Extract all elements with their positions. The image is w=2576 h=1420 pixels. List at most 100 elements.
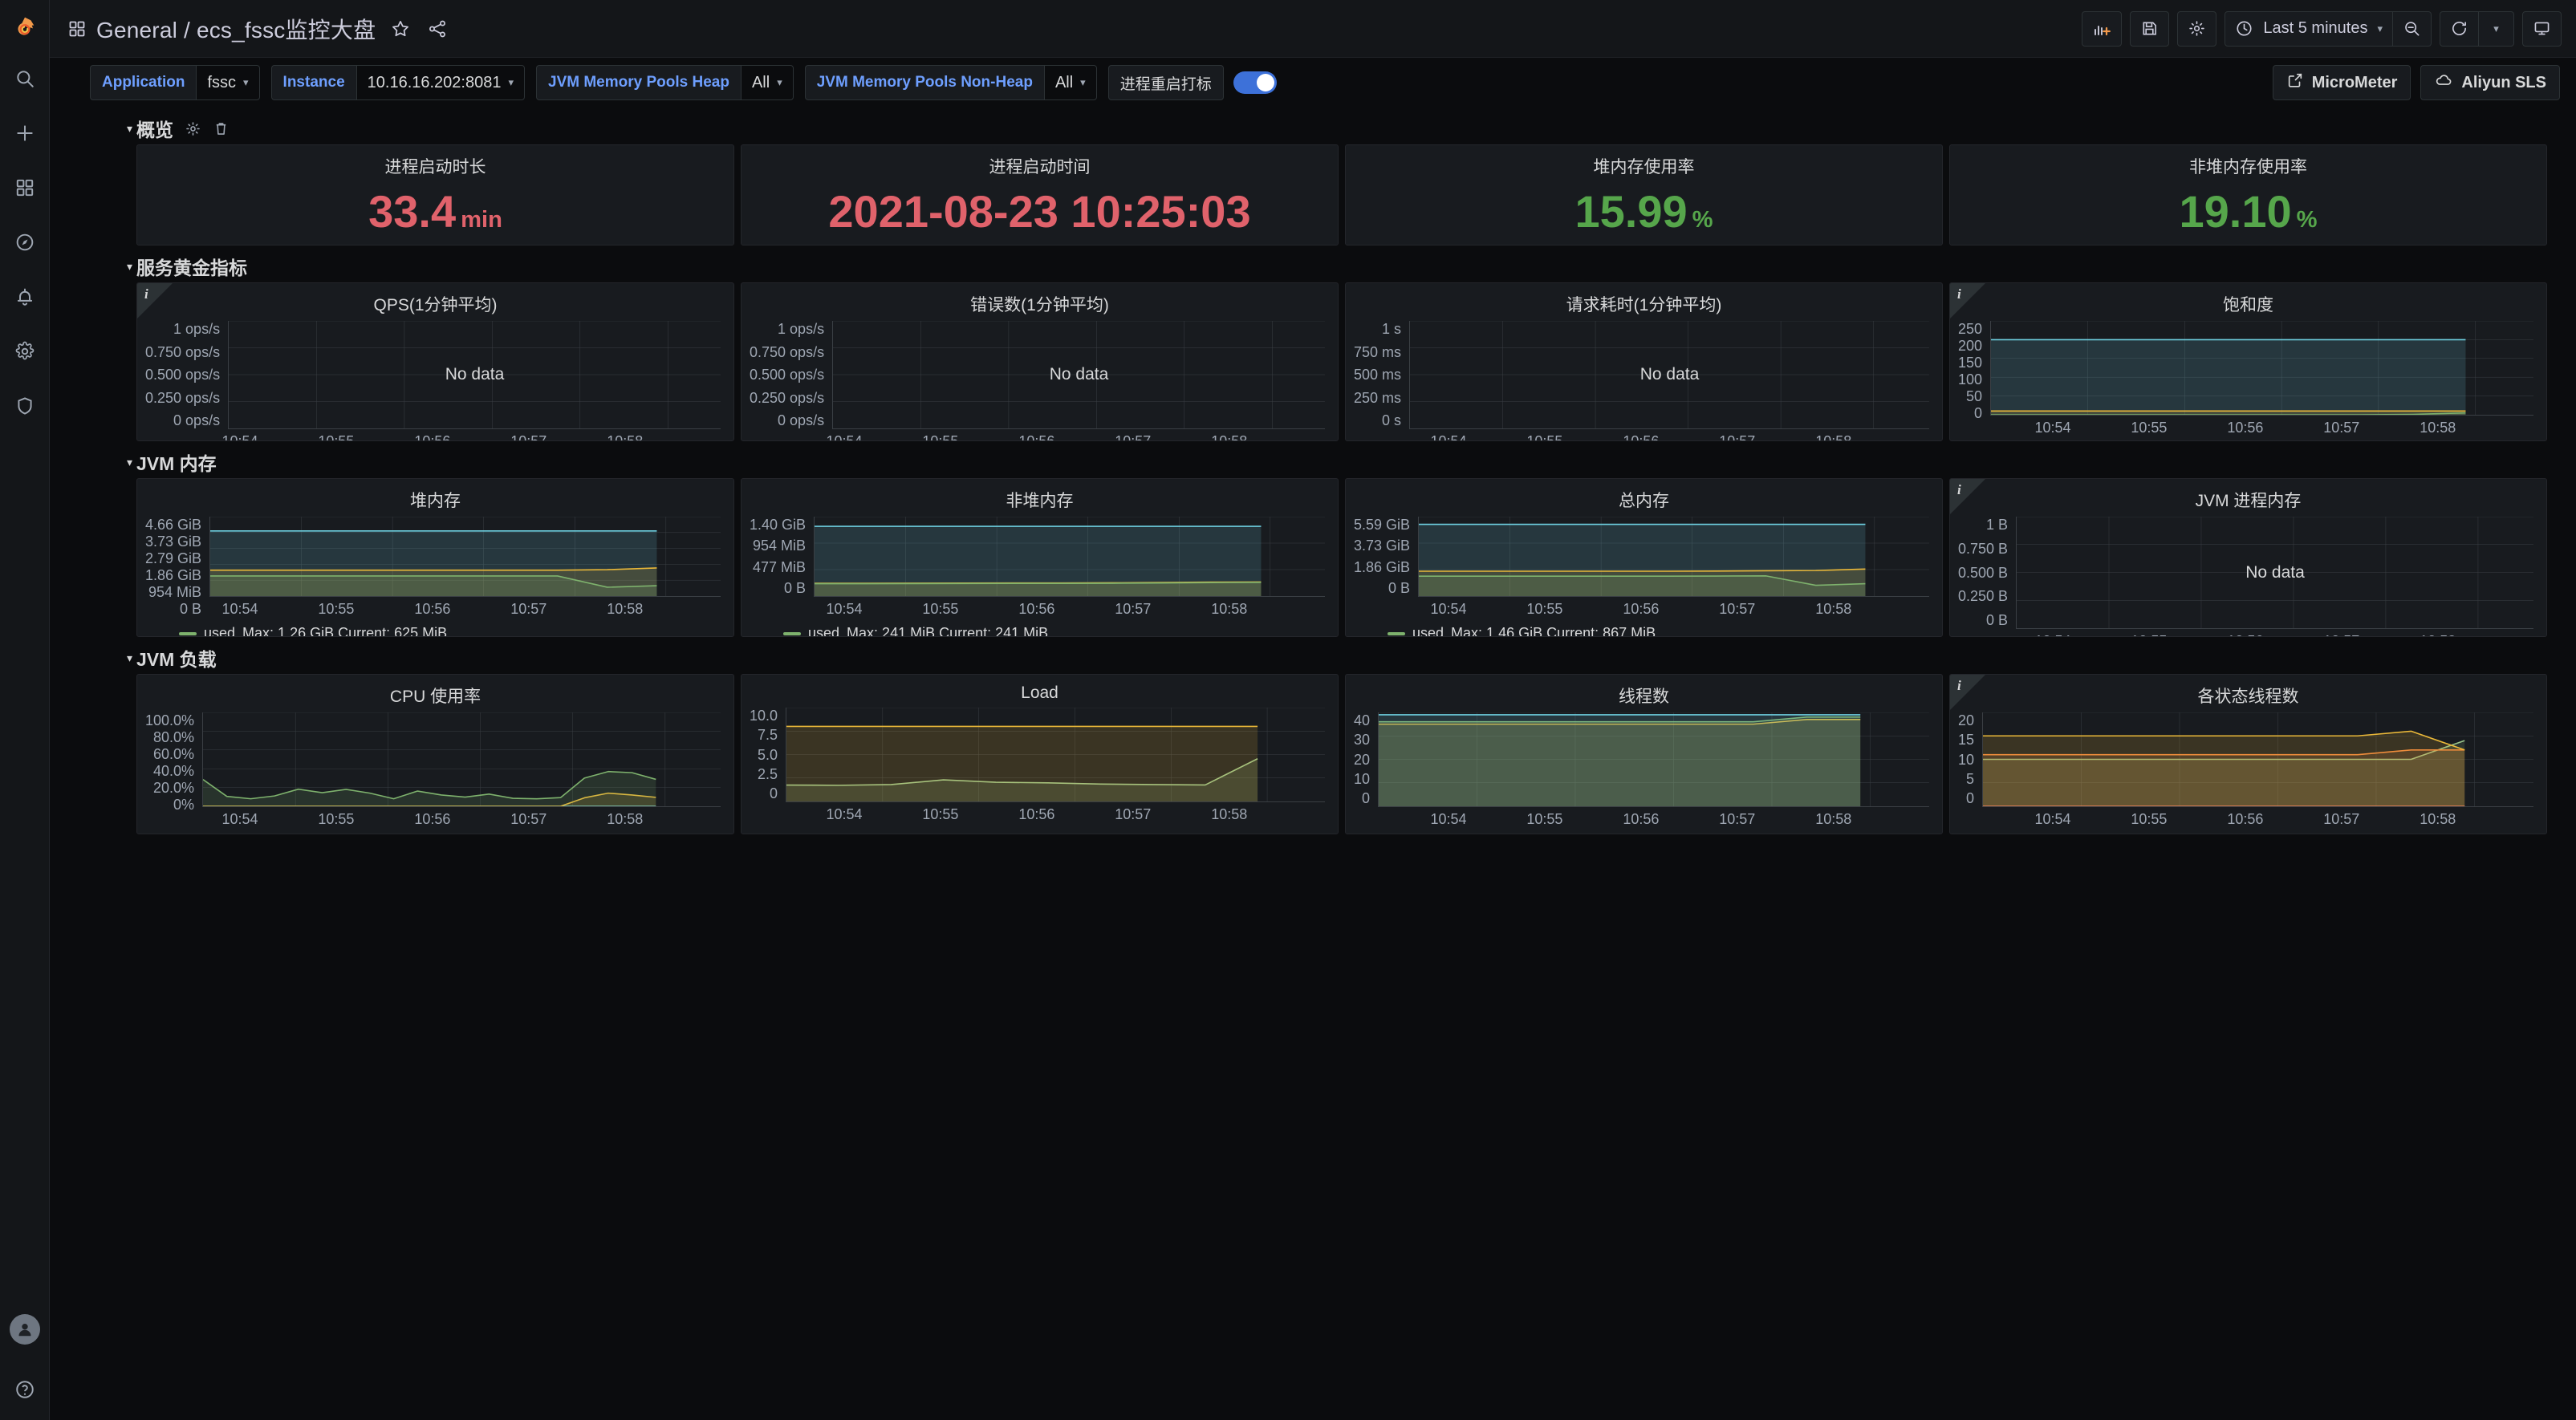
plot-area[interactable] bbox=[1982, 712, 2533, 807]
panel-title: 非堆内存使用率 bbox=[1950, 145, 2546, 181]
graph-panel-threadstates[interactable]: i各状态线程数2015105010:5410:5510:5610:5710:58… bbox=[1949, 674, 2547, 834]
y-axis: 1 B0.750 B0.500 B0.250 B0 B bbox=[1958, 517, 2016, 629]
y-tick-label: 250 ms bbox=[1354, 390, 1401, 407]
graph-panel-cpu[interactable]: CPU 使用率100.0%80.0%60.0%40.0%20.0%0%10:54… bbox=[136, 674, 734, 834]
info-icon[interactable]: i bbox=[1957, 286, 1961, 302]
legend-item[interactable]: usedMax: 241 MiB Current: 241 MiB bbox=[783, 623, 1048, 637]
plot-area[interactable] bbox=[1378, 712, 1929, 807]
time-range-picker[interactable]: Last 5 minutes ▾ bbox=[2225, 11, 2393, 47]
stat-unit: min bbox=[461, 207, 502, 233]
graph-panel-errors[interactable]: 错误数(1分钟平均)1 ops/s0.750 ops/s0.500 ops/s0… bbox=[741, 282, 1339, 441]
variable-select-jvm-heap-pools[interactable]: All ▾ bbox=[741, 65, 794, 100]
y-tick-label: 100.0% bbox=[145, 712, 194, 729]
y-tick-label: 150 bbox=[1958, 355, 1982, 371]
dashboard-settings-button[interactable] bbox=[2177, 11, 2216, 47]
x-tick-label: 10:58 bbox=[1181, 806, 1278, 823]
legend-item[interactable]: systemMax: 37.05% Current: 28.74% bbox=[179, 833, 450, 834]
sidebar-item-search[interactable] bbox=[0, 51, 50, 106]
variable-select-jvm-nonheap-pools[interactable]: All ▾ bbox=[1044, 65, 1097, 100]
row-header-golden-signals[interactable]: ▾ 服务黄金指标 bbox=[64, 250, 2562, 282]
graph-panel-procmem[interactable]: iJVM 进程内存1 B0.750 B0.500 B0.250 B0 BNo d… bbox=[1949, 478, 2547, 637]
grafana-logo-icon[interactable] bbox=[0, 6, 50, 51]
y-tick-label: 5.59 GiB bbox=[1354, 517, 1410, 534]
micrometer-link-button[interactable]: MicroMeter bbox=[2273, 65, 2411, 100]
x-axis: 10:5410:5510:5610:5710:58 bbox=[145, 429, 721, 441]
sidebar-item-server-admin[interactable] bbox=[0, 379, 50, 433]
sidebar-item-create[interactable] bbox=[0, 106, 50, 160]
legend-item[interactable]: usedMax: 1.46 GiB Current: 867 MiB bbox=[1388, 623, 1656, 637]
variable-label-instance: Instance bbox=[271, 65, 356, 100]
info-icon[interactable]: i bbox=[1957, 678, 1961, 694]
graph-panel-latency[interactable]: 请求耗时(1分钟平均)1 s750 ms500 ms250 ms0 sNo da… bbox=[1345, 282, 1943, 441]
plot-area[interactable] bbox=[202, 712, 721, 807]
plot-area[interactable]: No data bbox=[228, 321, 721, 429]
y-axis: 1 ops/s0.750 ops/s0.500 ops/s0.250 ops/s… bbox=[145, 321, 228, 429]
tv-mode-button[interactable] bbox=[2522, 11, 2562, 47]
variable-jvm-heap-pools: JVM Memory Pools Heap All ▾ bbox=[536, 65, 794, 100]
save-dashboard-button[interactable] bbox=[2130, 11, 2169, 47]
share-icon[interactable] bbox=[427, 18, 448, 39]
star-icon[interactable] bbox=[390, 18, 411, 39]
panel-body: 25020015010050010:5410:5510:5610:5710:58 bbox=[1950, 319, 2546, 436]
stat-panel-nonheap-usage[interactable]: 非堆内存使用率 19.10% bbox=[1949, 144, 2547, 245]
graph-panel-qps[interactable]: iQPS(1分钟平均)1 ops/s0.750 ops/s0.500 ops/s… bbox=[136, 282, 734, 441]
y-axis: 20151050 bbox=[1958, 712, 1982, 807]
graph-panel-nonheap[interactable]: 非堆内存1.40 GiB954 MiB477 MiB0 B10:5410:551… bbox=[741, 478, 1339, 637]
graph-panel-load[interactable]: Load10.07.55.02.5010:5410:5510:5610:5710… bbox=[741, 674, 1339, 834]
sidebar-item-dashboards[interactable] bbox=[0, 160, 50, 215]
row-header-overview[interactable]: ▾ 概览 bbox=[64, 112, 2562, 144]
variable-select-instance[interactable]: 10.16.16.202:8081 ▾ bbox=[356, 65, 525, 100]
legend-color-swatch bbox=[179, 632, 197, 635]
gear-icon[interactable] bbox=[185, 120, 201, 137]
graph-panel-heap[interactable]: 堆内存4.66 GiB3.73 GiB2.79 GiB1.86 GiB954 M… bbox=[136, 478, 734, 637]
refresh-button[interactable] bbox=[2440, 11, 2479, 47]
row-header-jvm-memory[interactable]: ▾ JVM 内存 bbox=[64, 446, 2562, 478]
plot-area[interactable] bbox=[209, 517, 721, 597]
add-panel-button[interactable] bbox=[2082, 11, 2122, 47]
graph-panel-saturation[interactable]: i饱和度25020015010050010:5410:5510:5610:571… bbox=[1949, 282, 2547, 441]
y-axis: 10.07.55.02.50 bbox=[750, 708, 786, 802]
legend-item[interactable]: blockedMax: 0 Current: 0 bbox=[1992, 833, 2185, 834]
x-tick-label: 10:55 bbox=[1497, 601, 1593, 618]
row-title-jvm-memory: JVM 内存 bbox=[136, 448, 217, 476]
avatar[interactable] bbox=[10, 1314, 40, 1345]
trash-icon[interactable] bbox=[213, 120, 230, 137]
restart-annotation-toggle[interactable] bbox=[1233, 71, 1277, 94]
stat-panel-process-uptime[interactable]: 进程启动时长 33.4min bbox=[136, 144, 734, 245]
plot-area[interactable] bbox=[1990, 321, 2533, 416]
row-header-jvm-load[interactable]: ▾ JVM 负载 bbox=[64, 642, 2562, 674]
graph-panel-threads[interactable]: 线程数40302010010:5410:5510:5610:5710:58 bbox=[1345, 674, 1943, 834]
plot-area[interactable] bbox=[814, 517, 1325, 597]
info-icon[interactable]: i bbox=[144, 286, 148, 302]
panel-legend: systemMax: 37.05% Current: 28.74% bbox=[137, 828, 733, 834]
chevron-down-icon: ▾ bbox=[2377, 22, 2383, 35]
plot-wrap: 4.66 GiB3.73 GiB2.79 GiB1.86 GiB954 MiB0… bbox=[145, 517, 721, 597]
legend-item[interactable]: usedMax: 1.26 GiB Current: 625 MiB bbox=[179, 623, 447, 637]
page-title[interactable]: General / ecs_fssc监控大盘 bbox=[96, 13, 376, 45]
stat-value: 33.4 bbox=[368, 186, 456, 237]
stat-panel-heap-usage[interactable]: 堆内存使用率 15.99% bbox=[1345, 144, 1943, 245]
plot-area[interactable]: No data bbox=[832, 321, 1325, 429]
x-axis: 10:5410:5510:5610:5710:58 bbox=[145, 807, 721, 828]
plot-area[interactable]: No data bbox=[2016, 517, 2533, 629]
help-icon[interactable] bbox=[0, 1365, 50, 1414]
aliyun-sls-link-button[interactable]: Aliyun SLS bbox=[2420, 65, 2560, 100]
stat-panel-process-start-time[interactable]: 进程启动时间 2021-08-23 10:25:03 bbox=[741, 144, 1339, 245]
x-tick-label: 10:57 bbox=[2294, 420, 2390, 436]
zoom-out-time-button[interactable] bbox=[2393, 11, 2432, 47]
sidebar-item-configuration[interactable] bbox=[0, 324, 50, 379]
plot-wrap: 1 ops/s0.750 ops/s0.500 ops/s0.250 ops/s… bbox=[750, 321, 1325, 429]
sidebar-item-explore[interactable] bbox=[0, 215, 50, 270]
plot-area[interactable] bbox=[786, 708, 1325, 802]
refresh-interval-button[interactable]: ▾ bbox=[2479, 11, 2514, 47]
legend-item[interactable]: newMax: 0 Current: 0 bbox=[2206, 833, 2376, 834]
variable-select-application[interactable]: fssc ▾ bbox=[196, 65, 259, 100]
plot-area[interactable] bbox=[1418, 517, 1929, 597]
chevron-down-icon: ▾ bbox=[508, 76, 514, 89]
graph-panel-totalmem[interactable]: 总内存5.59 GiB3.73 GiB1.86 GiB0 B10:5410:55… bbox=[1345, 478, 1943, 637]
golden-panel-row: iQPS(1分钟平均)1 ops/s0.750 ops/s0.500 ops/s… bbox=[64, 282, 2562, 441]
sidebar-item-alerting[interactable] bbox=[0, 270, 50, 324]
no-data-message: No data bbox=[2017, 517, 2533, 628]
info-icon[interactable]: i bbox=[1957, 482, 1961, 498]
plot-area[interactable]: No data bbox=[1409, 321, 1929, 429]
